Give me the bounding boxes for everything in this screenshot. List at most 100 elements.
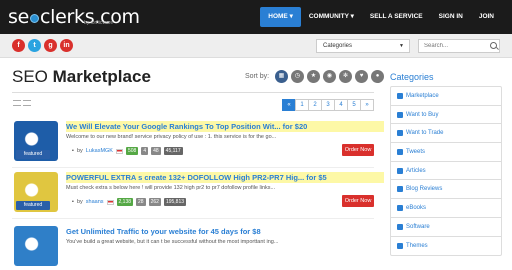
googleplus-icon[interactable]: g	[44, 39, 57, 52]
sub-toolbar: f t g in Categories ▼	[0, 34, 512, 58]
listing-title[interactable]: We Will Elevate Your Google Rankings To …	[66, 121, 384, 132]
sidebar-item-label: Marketplace	[406, 92, 439, 99]
category-icon	[397, 186, 403, 193]
nav-item-home[interactable]: HOME ▾	[260, 7, 301, 27]
logo-node-icon	[30, 14, 39, 23]
pager-page[interactable]: 4	[334, 99, 348, 111]
title-divider	[12, 92, 374, 93]
facebook-icon[interactable]: f	[12, 39, 25, 52]
sidebar-item-want-to-buy[interactable]: Want to Buy	[391, 106, 501, 125]
pager-last[interactable]: »	[360, 99, 374, 111]
category-icon	[397, 242, 403, 249]
category-icon	[397, 167, 403, 174]
sidebar-item-label: Want to Buy	[406, 111, 439, 118]
sidebar-item-blog-reviews[interactable]: Blog Reviews	[391, 180, 501, 200]
sidebar-item-themes[interactable]: Themes	[391, 237, 501, 256]
listing-divider	[12, 167, 374, 168]
listing-description: Must check extra s below here ! will pro…	[66, 185, 276, 191]
listing-by-label: by	[76, 148, 83, 154]
pager-page[interactable]: 2	[308, 99, 322, 111]
category-icon	[397, 204, 403, 211]
user-icon: ▪	[72, 199, 74, 205]
category-icon	[397, 111, 403, 118]
pager-page[interactable]: 1	[295, 99, 309, 111]
sidebar-item-want-to-trade[interactable]: Want to Trade	[391, 124, 501, 144]
pager-page[interactable]: 5	[347, 99, 361, 111]
search-icon[interactable]	[490, 42, 497, 49]
pager-first[interactable]: «	[282, 99, 296, 111]
order-now-button[interactable]: Order Now	[342, 195, 374, 207]
page-title: SEO Marketplace	[12, 67, 151, 86]
sort-options: ▦ ◷ ★ ◉ ✻ ♥ ●	[275, 70, 384, 83]
main-nav: HOME ▾ COMMUNITY ▾ SELL A SERVICE SIGN IN JO…	[260, 7, 502, 27]
sidebar-item-marketplace[interactable]: Marketplace	[391, 87, 501, 106]
star-icon[interactable]: ★	[307, 70, 320, 83]
listing-thumbnail[interactable]	[14, 226, 58, 266]
search-input[interactable]	[418, 39, 500, 53]
category-icon	[397, 130, 403, 137]
grid-icon[interactable]: ▦	[275, 70, 288, 83]
logo-tagline: by iomicware	[84, 20, 114, 26]
listing-item: Get Unlimited Traffic to your website fo…	[12, 226, 374, 270]
sidebar-item-label: Want to Trade	[406, 130, 444, 137]
sidebar-item-software[interactable]: Software	[391, 218, 501, 237]
thumbs-down-count: 4	[141, 147, 149, 155]
sort-label: Sort by:	[245, 73, 270, 80]
listing-title[interactable]: Get Unlimited Traffic to your website fo…	[66, 226, 384, 237]
chevron-down-icon: ▼	[399, 43, 404, 49]
circle-icon[interactable]: ●	[371, 70, 384, 83]
category-icon	[397, 148, 403, 155]
thumbs-up-count: 2,138	[116, 198, 134, 206]
sidebar-item-label: Themes	[406, 242, 428, 249]
site-logo[interactable]: se clerks.com	[8, 4, 140, 30]
sidebar-item-label: Software	[406, 223, 430, 230]
sidebar-category-list: Marketplace Want to Buy Want to Trade Tweet…	[390, 86, 502, 257]
sidebar-item-label: Tweets	[406, 148, 426, 155]
listing-seller[interactable]: LukasMGK	[86, 148, 113, 154]
heart-count: 262	[148, 198, 161, 206]
heart-count: 48	[151, 147, 161, 155]
nav-item-sell-a-service[interactable]: SELL A SERVICE	[362, 7, 431, 27]
listing-item: featured We Will Elevate Your Google Rank…	[12, 121, 384, 168]
linkedin-icon[interactable]: in	[60, 39, 73, 52]
pager-page[interactable]: 3	[321, 99, 335, 111]
listing-description: You've build a great website, but it can…	[66, 239, 279, 245]
sidebar-item-articles[interactable]: Articles	[391, 162, 501, 181]
sidebar-item-tweets[interactable]: Tweets	[391, 143, 501, 162]
sidebar-title: Categories	[390, 72, 434, 82]
featured-badge: featured	[16, 150, 50, 159]
country-flag-icon	[106, 199, 114, 205]
twitter-icon[interactable]: t	[28, 39, 41, 52]
nav-item-sign-in[interactable]: SIGN IN	[431, 7, 471, 27]
sidebar-item-label: eBooks	[406, 204, 427, 211]
nav-item-community[interactable]: COMMUNITY ▾	[301, 7, 362, 27]
view-toggle[interactable]	[13, 100, 31, 106]
categories-select[interactable]: Categories ▼	[316, 39, 410, 53]
eye-count: 45,117	[163, 147, 183, 155]
sidebar-item-label: Articles	[406, 167, 426, 174]
category-icon	[397, 223, 403, 230]
logo-text: se clerks.com	[8, 6, 140, 28]
listing-title[interactable]: POWERFUL EXTRA s create 132+ DOFOLLOW Hi…	[66, 172, 384, 183]
nav-item-join[interactable]: JOIN	[471, 7, 502, 27]
eye-icon[interactable]: ◉	[323, 70, 336, 83]
social-links: f t g in	[12, 39, 73, 52]
heart-icon[interactable]: ♥	[355, 70, 368, 83]
category-icon	[397, 92, 403, 99]
user-icon: ▪	[72, 148, 74, 154]
list-view-icon[interactable]	[13, 100, 21, 106]
listing-divider	[12, 218, 374, 219]
order-now-button[interactable]: Order Now	[342, 144, 374, 156]
sidebar-item-label: Blog Reviews	[406, 186, 443, 193]
sidebar-item-ebooks[interactable]: eBooks	[391, 199, 501, 218]
featured-badge: featured	[16, 201, 50, 210]
listing-meta: ▪ by LukasMGK 508 4 48 45,117	[72, 147, 183, 155]
grid-view-icon[interactable]	[23, 100, 31, 106]
clock-icon[interactable]: ◷	[291, 70, 304, 83]
top-navbar: se clerks.com by iomicware HOME ▾ COMMUNIT…	[0, 0, 512, 34]
listing-by-label: by	[76, 199, 83, 205]
listing-seller[interactable]: shaans	[86, 199, 104, 205]
gear-icon[interactable]: ✻	[339, 70, 352, 83]
listing-item: featured POWERFUL EXTRA s create 132+ DOF…	[12, 172, 384, 219]
listing-description: Welcome to our new brand! service privac…	[66, 134, 277, 140]
